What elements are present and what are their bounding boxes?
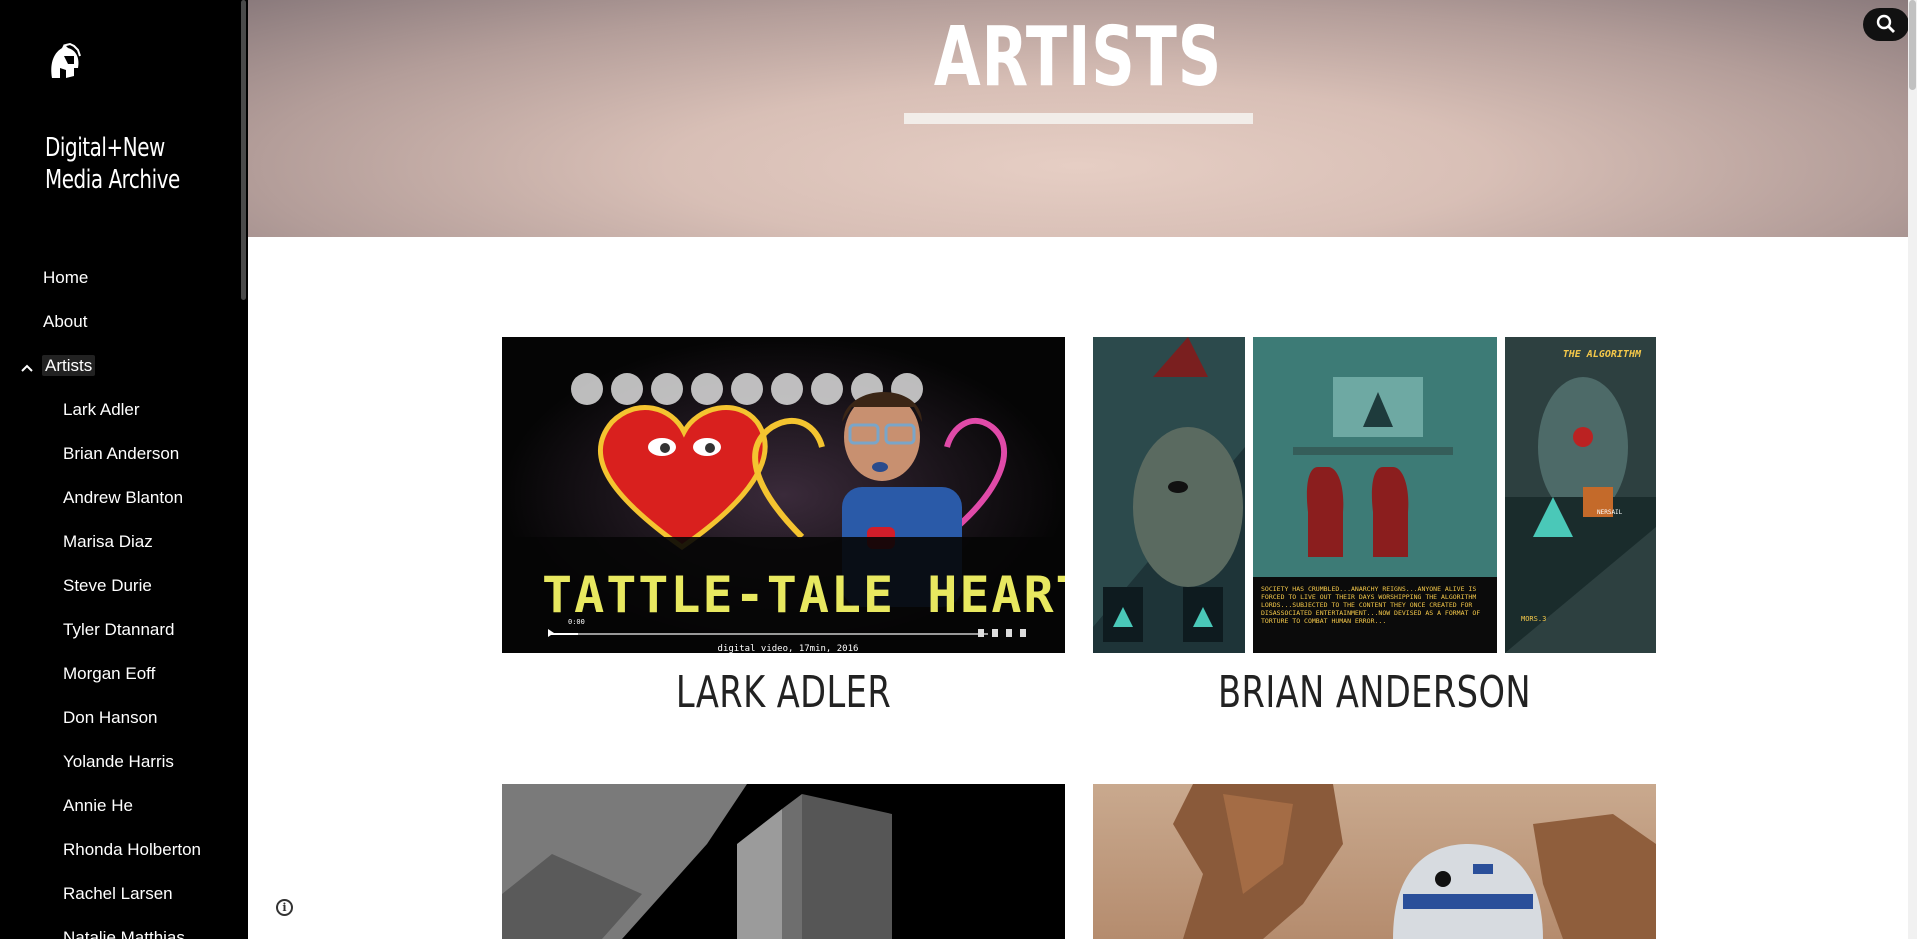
sidebar-scrollbar[interactable] — [241, 0, 246, 300]
sidebar-item-artist[interactable]: Morgan Eoff — [0, 652, 240, 696]
gray-geometry-still — [502, 784, 1065, 939]
sidebar: Digital+New Media Archive Home About Art… — [0, 0, 248, 939]
nav-item-artists[interactable]: Artists — [0, 344, 240, 388]
nav-item-artists-label: Artists — [42, 355, 96, 376]
sidebar-item-artist[interactable]: Lark Adler — [0, 388, 240, 432]
site-title[interactable]: Digital+New Media Archive — [45, 132, 207, 196]
video-time: 0:00 — [568, 618, 585, 626]
search-button[interactable] — [1863, 8, 1909, 41]
algorithm-comic-still: SOCIETY HAS CRUMBLED...ANARCHY REIGNS...… — [1093, 337, 1656, 653]
page-scrollbar-thumb[interactable] — [1909, 0, 1916, 90]
page-title: ARTISTS — [933, 10, 1223, 105]
sidebar-item-artist[interactable]: Marisa Diaz — [0, 520, 240, 564]
main-nav: Home About Artists Lark Adler Brian Ande… — [0, 256, 240, 939]
nav-item-home[interactable]: Home — [0, 256, 240, 300]
header-banner: ARTISTS — [248, 0, 1908, 237]
artist-card-3[interactable] — [502, 784, 1065, 939]
comic-label-a: NERSAIL — [1597, 509, 1623, 516]
site-title-line2: Media Archive — [45, 165, 180, 195]
tattle-tale-heart-still: TATTLE-TALE HEART digital video, 17min, … — [502, 337, 1065, 653]
comic-label-b: MORS.3 — [1521, 615, 1546, 623]
video-thumbnail[interactable]: TATTLE-TALE HEART digital video, 17min, … — [502, 337, 1065, 653]
sidebar-item-artist[interactable]: Brian Anderson — [0, 432, 240, 476]
search-icon — [1876, 14, 1895, 33]
info-icon[interactable]: i — [276, 899, 293, 916]
sidebar-item-artist[interactable]: Steve Durie — [0, 564, 240, 608]
geometric-render-thumbnail[interactable] — [502, 784, 1065, 939]
page-scrollbar[interactable] — [1908, 0, 1917, 939]
title-underline — [904, 113, 1253, 124]
sidebar-item-artist[interactable]: Annie He — [0, 784, 240, 828]
sidebar-item-artist[interactable]: Yolande Harris — [0, 740, 240, 784]
comic-panels-thumbnail[interactable]: SOCIETY HAS CRUMBLED...ANARCHY REIGNS...… — [1093, 337, 1656, 653]
video-caption: digital video, 17min, 2016 — [718, 644, 859, 653]
comic-panel-text: SOCIETY HAS CRUMBLED...ANARCHY REIGNS...… — [1261, 585, 1481, 625]
artist-card-4[interactable] — [1093, 784, 1656, 939]
sidebar-item-artist[interactable]: Andrew Blanton — [0, 476, 240, 520]
chevron-up-icon[interactable] — [18, 345, 36, 389]
spartan-helmet-logo[interactable] — [44, 42, 82, 82]
sidebar-item-artist[interactable]: Rachel Larsen — [0, 872, 240, 916]
sidebar-item-artist[interactable]: Tyler Dtannard — [0, 608, 240, 652]
desert-robot-still — [1093, 784, 1656, 939]
site-title-line1: Digital+New — [45, 133, 165, 163]
artist-card-brian-anderson[interactable]: SOCIETY HAS CRUMBLED...ANARCHY REIGNS...… — [1093, 337, 1656, 737]
sidebar-item-artist[interactable]: Don Hanson — [0, 696, 240, 740]
nav-item-about[interactable]: About — [0, 300, 240, 344]
comic-panel-title: THE ALGORITHM — [1563, 349, 1642, 360]
marquee-text: TATTLE-TALE HEART — [542, 566, 1065, 624]
artist-name[interactable]: LARK ADLER — [544, 667, 1023, 718]
sidebar-item-artist[interactable]: Natalie Matthias — [0, 916, 240, 939]
sidebar-item-artist[interactable]: Rhonda Holberton — [0, 828, 240, 872]
desert-robot-thumbnail[interactable] — [1093, 784, 1656, 939]
artist-card-lark-adler[interactable]: TATTLE-TALE HEART digital video, 17min, … — [502, 337, 1065, 737]
artist-name[interactable]: BRIAN ANDERSON — [1135, 667, 1614, 718]
